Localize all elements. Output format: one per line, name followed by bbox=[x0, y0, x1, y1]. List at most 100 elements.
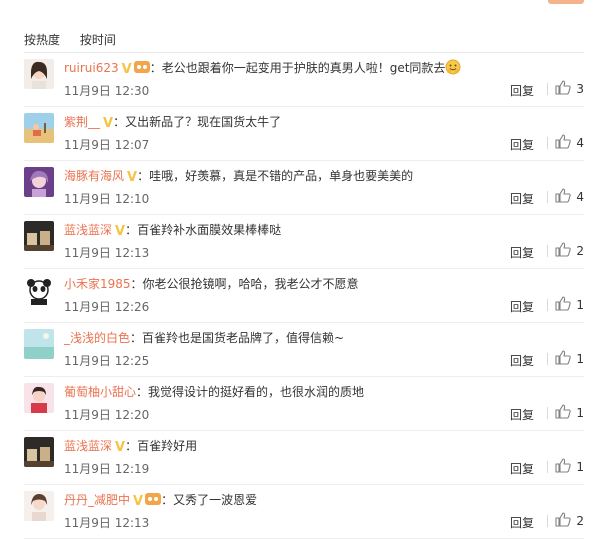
reply-button[interactable]: 回复 bbox=[510, 298, 534, 315]
avatar[interactable] bbox=[24, 59, 54, 89]
like-count: 1 bbox=[576, 460, 584, 474]
username-link[interactable]: 紫荆__ bbox=[64, 115, 100, 129]
comment-line: 蓝浅蓝深 V：百雀羚好用 bbox=[64, 437, 197, 457]
thumbs-up-icon bbox=[555, 458, 572, 476]
thumbs-up-icon bbox=[555, 134, 572, 152]
comment-item: 丹丹_减肥中 V ：又秀了一波恩爱 11月9日 12:13 回复 2 bbox=[24, 485, 584, 539]
thumbs-up-icon bbox=[555, 350, 572, 368]
comment-line: 丹丹_减肥中 V ：又秀了一波恩爱 bbox=[64, 491, 257, 511]
thumbs-up-icon bbox=[555, 512, 572, 530]
comment-time: 11月9日 12:26 bbox=[64, 300, 150, 314]
thumbs-up-icon bbox=[555, 188, 572, 206]
top-accent bbox=[548, 0, 584, 4]
username-link[interactable]: 蓝浅蓝深 bbox=[64, 223, 112, 237]
username-link[interactable]: 丹丹_减肥中 bbox=[64, 493, 130, 507]
comment-text: ：你老公很抢镜啊，哈哈，我老公才不愿意 bbox=[130, 277, 359, 291]
vip-member-icon bbox=[133, 60, 150, 74]
comment-text: ：又出新品了？现在国货太牛了 bbox=[113, 115, 282, 129]
like-button[interactable]: 2 bbox=[555, 242, 584, 260]
comment-text: ：我觉得设计的挺好看的，也很水润的质地 bbox=[136, 385, 365, 399]
comment-text: ：又秀了一波恩爱 bbox=[161, 493, 258, 507]
comment-line: 海豚有海风 V：哇哦，好羡慕，真是不错的产品，单身也要美美的 bbox=[64, 167, 413, 187]
comment-line: 葡萄柚小甜心：我觉得设计的挺好看的，也很水润的质地 bbox=[64, 383, 364, 401]
comment-text: ：百雀羚也是国货老品牌了，值得信赖~ bbox=[130, 331, 345, 345]
comment-text: ：百雀羚补水面膜效果棒棒哒 bbox=[125, 223, 282, 237]
username-link[interactable]: 小禾家1985 bbox=[64, 277, 131, 291]
like-count: 2 bbox=[576, 514, 584, 528]
comment-time: 11月9日 12:07 bbox=[64, 138, 150, 152]
like-count: 2 bbox=[576, 244, 584, 258]
like-button[interactable]: 3 bbox=[555, 80, 584, 98]
top-bar bbox=[0, 0, 596, 20]
reply-button[interactable]: 回复 bbox=[510, 406, 534, 423]
comment-time: 11月9日 12:13 bbox=[64, 516, 150, 530]
like-button[interactable]: 1 bbox=[555, 350, 584, 368]
comment-line: 紫荆__ V：又出新品了？现在国货太牛了 bbox=[64, 113, 281, 133]
comment-line: 蓝浅蓝深 V：百雀羚补水面膜效果棒棒哒 bbox=[64, 221, 281, 241]
avatar[interactable] bbox=[24, 167, 54, 197]
username-link[interactable]: ruirui623 bbox=[64, 61, 119, 75]
verified-v-icon: V bbox=[115, 440, 126, 455]
comment-list: ruirui623 V ：老公也跟着你一起变用于护肤的真男人啦！get同款去 11月9… bbox=[0, 53, 596, 539]
divider bbox=[547, 461, 548, 473]
avatar[interactable] bbox=[24, 113, 54, 143]
like-button[interactable]: 2 bbox=[555, 512, 584, 530]
avatar[interactable] bbox=[24, 437, 54, 467]
avatar[interactable] bbox=[24, 383, 54, 413]
avatar[interactable] bbox=[24, 221, 54, 251]
reply-button[interactable]: 回复 bbox=[510, 514, 534, 531]
username-link[interactable]: 葡萄柚小甜心 bbox=[64, 385, 136, 399]
reply-button[interactable]: 回复 bbox=[510, 460, 534, 477]
divider bbox=[547, 137, 548, 149]
like-count: 1 bbox=[576, 298, 584, 312]
comment-time: 11月9日 12:30 bbox=[64, 84, 150, 98]
sort-tabs: 按热度 按时间 bbox=[24, 31, 132, 48]
thumbs-up-icon bbox=[555, 296, 572, 314]
comment-item: 蓝浅蓝深 V：百雀羚好用 11月9日 12:19 回复 1 bbox=[24, 431, 584, 485]
like-count: 4 bbox=[576, 190, 584, 204]
avatar[interactable] bbox=[24, 491, 54, 521]
reply-button[interactable]: 回复 bbox=[510, 352, 534, 369]
thumbs-up-icon bbox=[555, 80, 572, 98]
divider bbox=[547, 407, 548, 419]
thumbs-up-icon bbox=[555, 404, 572, 422]
username-link[interactable]: 海豚有海风 bbox=[64, 169, 124, 183]
like-button[interactable]: 1 bbox=[555, 296, 584, 314]
comment-item: ruirui623 V ：老公也跟着你一起变用于护肤的真男人啦！get同款去 11月9… bbox=[24, 53, 584, 107]
thumbs-up-icon bbox=[555, 242, 572, 260]
comment-line: _浅浅的白色：百雀羚也是国货老品牌了，值得信赖~ bbox=[64, 329, 344, 347]
comment-time: 11月9日 12:19 bbox=[64, 462, 150, 476]
comment-text: ：百雀羚好用 bbox=[125, 439, 198, 453]
like-button[interactable]: 1 bbox=[555, 404, 584, 422]
reply-button[interactable]: 回复 bbox=[510, 190, 534, 207]
username-link[interactable]: _浅浅的白色 bbox=[64, 331, 130, 345]
reply-button[interactable]: 回复 bbox=[510, 82, 534, 99]
comment-line: 小禾家1985：你老公很抢镜啊，哈哈，我老公才不愿意 bbox=[64, 275, 359, 293]
comment-item: 海豚有海风 V：哇哦，好羡慕，真是不错的产品，单身也要美美的 11月9日 12:10… bbox=[24, 161, 584, 215]
comment-text: ：老公也跟着你一起变用于护肤的真男人啦！get同款去 bbox=[149, 61, 446, 75]
comment-time: 11月9日 12:25 bbox=[64, 354, 150, 368]
comment-item: 小禾家1985：你老公很抢镜啊，哈哈，我老公才不愿意 11月9日 12:26 回复 1 bbox=[24, 269, 584, 323]
like-button[interactable]: 4 bbox=[555, 134, 584, 152]
verified-v-icon: V bbox=[103, 116, 114, 131]
username-link[interactable]: 蓝浅蓝深 bbox=[64, 439, 112, 453]
like-button[interactable]: 1 bbox=[555, 458, 584, 476]
comment-time: 11月9日 12:20 bbox=[64, 408, 150, 422]
comment-line: ruirui623 V ：老公也跟着你一起变用于护肤的真男人啦！get同款去 bbox=[64, 59, 461, 80]
reply-button[interactable]: 回复 bbox=[510, 244, 534, 261]
verified-v-icon: V bbox=[115, 224, 126, 239]
divider bbox=[547, 191, 548, 203]
sort-by-time-tab[interactable]: 按时间 bbox=[80, 33, 116, 47]
avatar[interactable] bbox=[24, 275, 54, 305]
avatar[interactable] bbox=[24, 329, 54, 359]
vip-member-icon bbox=[145, 492, 162, 506]
like-count: 1 bbox=[576, 352, 584, 366]
divider bbox=[547, 299, 548, 311]
comment-item: 蓝浅蓝深 V：百雀羚补水面膜效果棒棒哒 11月9日 12:13 回复 2 bbox=[24, 215, 584, 269]
divider bbox=[547, 515, 548, 527]
comment-time: 11月9日 12:13 bbox=[64, 246, 150, 260]
comment-time: 11月9日 12:10 bbox=[64, 192, 150, 206]
sort-by-hot-tab[interactable]: 按热度 bbox=[24, 33, 60, 47]
reply-button[interactable]: 回复 bbox=[510, 136, 534, 153]
like-button[interactable]: 4 bbox=[555, 188, 584, 206]
